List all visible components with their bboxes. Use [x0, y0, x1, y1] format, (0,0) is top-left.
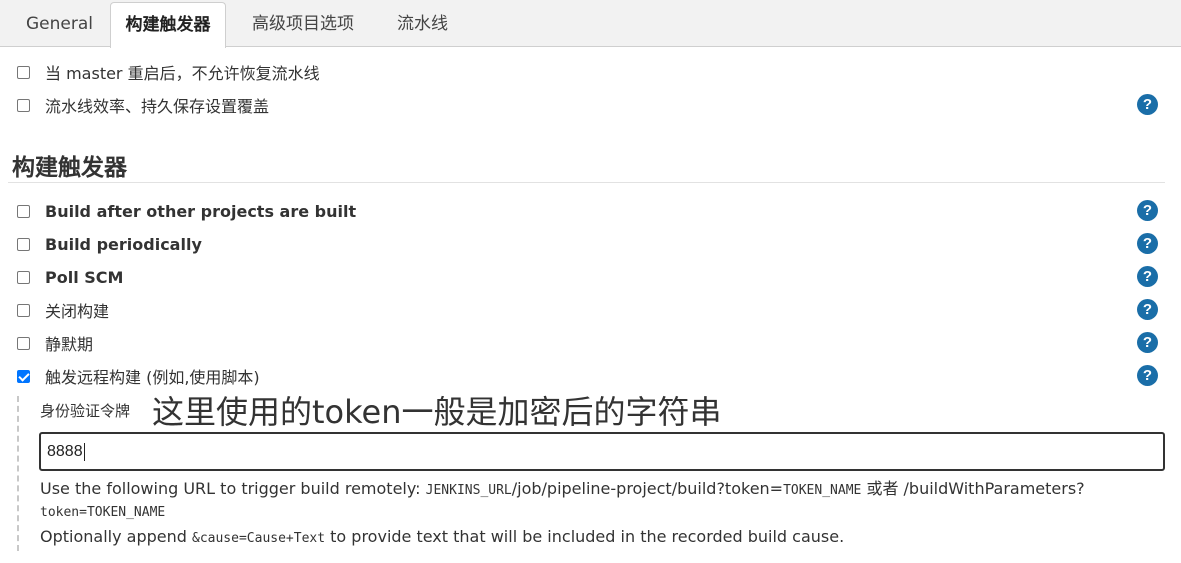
tab-general[interactable]: General: [26, 2, 93, 47]
token-label: 身份验证令牌: [40, 402, 131, 420]
remote-build-label: 触发远程构建 (例如,使用脚本): [45, 368, 260, 387]
poll-scm-label: Poll SCM: [45, 267, 124, 287]
build-periodically-checkbox[interactable]: [17, 237, 30, 251]
annotation-text: 这里使用的token一般是加密后的字符串: [152, 393, 722, 431]
tab-pipeline[interactable]: 流水线: [397, 2, 448, 47]
disable-build-label: 关闭构建: [45, 302, 110, 321]
text-caret: [83, 442, 85, 461]
url-desc-suffix: 或者 /buildWithParameters?: [861, 479, 1085, 498]
tab-bar: General 构建触发器 高级项目选项 流水线: [0, 0, 1181, 48]
build-after-checkbox[interactable]: [17, 204, 30, 218]
help-icon[interactable]: ?: [1137, 365, 1158, 386]
trigger-disable-build-row[interactable]: 关闭构建: [17, 299, 109, 321]
section-title: 构建触发器: [12, 155, 127, 181]
url-desc-jenkins-url: JENKINS_URL: [425, 483, 512, 498]
remote-build-checkbox[interactable]: [17, 369, 30, 383]
tab-build-triggers[interactable]: 构建触发器: [110, 2, 226, 48]
token-value: 8888: [47, 443, 83, 460]
durability-checkbox[interactable]: [17, 98, 30, 112]
url-desc-prefix: Use the following URL to trigger build r…: [40, 479, 426, 498]
url-description-line-1: Use the following URL to trigger build r…: [40, 475, 1085, 499]
no-resume-label: 当 master 重启后，不允许恢复流水线: [45, 64, 320, 83]
help-icon[interactable]: ?: [1137, 332, 1158, 353]
option-no-resume-row[interactable]: 当 master 重启后，不允许恢复流水线: [17, 61, 320, 83]
disable-build-checkbox[interactable]: [17, 303, 30, 317]
quiet-period-label: 静默期: [45, 335, 94, 354]
tab-advanced-project-options[interactable]: 高级项目选项: [252, 2, 354, 47]
help-icon[interactable]: ?: [1137, 200, 1158, 221]
trigger-build-periodically-row[interactable]: Build periodically: [17, 233, 202, 255]
nested-config-border: [17, 396, 19, 551]
build-periodically-label: Build periodically: [45, 234, 202, 254]
help-icon[interactable]: ?: [1137, 233, 1158, 254]
trigger-build-after-row[interactable]: Build after other projects are built: [17, 200, 356, 222]
durability-label: 流水线效率、持久保存设置覆盖: [45, 97, 270, 116]
quiet-period-checkbox[interactable]: [17, 336, 30, 350]
url-desc-path: /job/pipeline-project/build?token=: [511, 479, 784, 498]
trigger-remote-build-row[interactable]: 触发远程构建 (例如,使用脚本): [17, 365, 260, 387]
cause-desc-prefix: Optionally append: [40, 527, 192, 546]
no-resume-checkbox[interactable]: [17, 65, 30, 79]
section-divider: [8, 182, 1165, 183]
help-icon[interactable]: ?: [1137, 266, 1158, 287]
url-description-line-2: token=TOKEN_NAME: [40, 501, 165, 520]
help-icon[interactable]: ?: [1137, 299, 1158, 320]
url-desc-token-name: TOKEN_NAME: [783, 483, 862, 498]
trigger-quiet-period-row[interactable]: 静默期: [17, 332, 93, 354]
build-after-label: Build after other projects are built: [45, 201, 357, 221]
option-durability-row[interactable]: 流水线效率、持久保存设置覆盖: [17, 94, 269, 116]
trigger-poll-scm-row[interactable]: Poll SCM: [17, 266, 123, 288]
cause-description: Optionally append &cause=Cause+Text to p…: [40, 527, 844, 546]
help-icon[interactable]: ?: [1137, 94, 1158, 115]
cause-desc-suffix: to provide text that will be included in…: [325, 527, 845, 546]
url-desc-token-param: token=TOKEN_NAME: [40, 505, 166, 520]
poll-scm-checkbox[interactable]: [17, 270, 30, 284]
token-input[interactable]: 8888: [39, 432, 1165, 471]
cause-desc-code: &cause=Cause+Text: [192, 531, 326, 546]
